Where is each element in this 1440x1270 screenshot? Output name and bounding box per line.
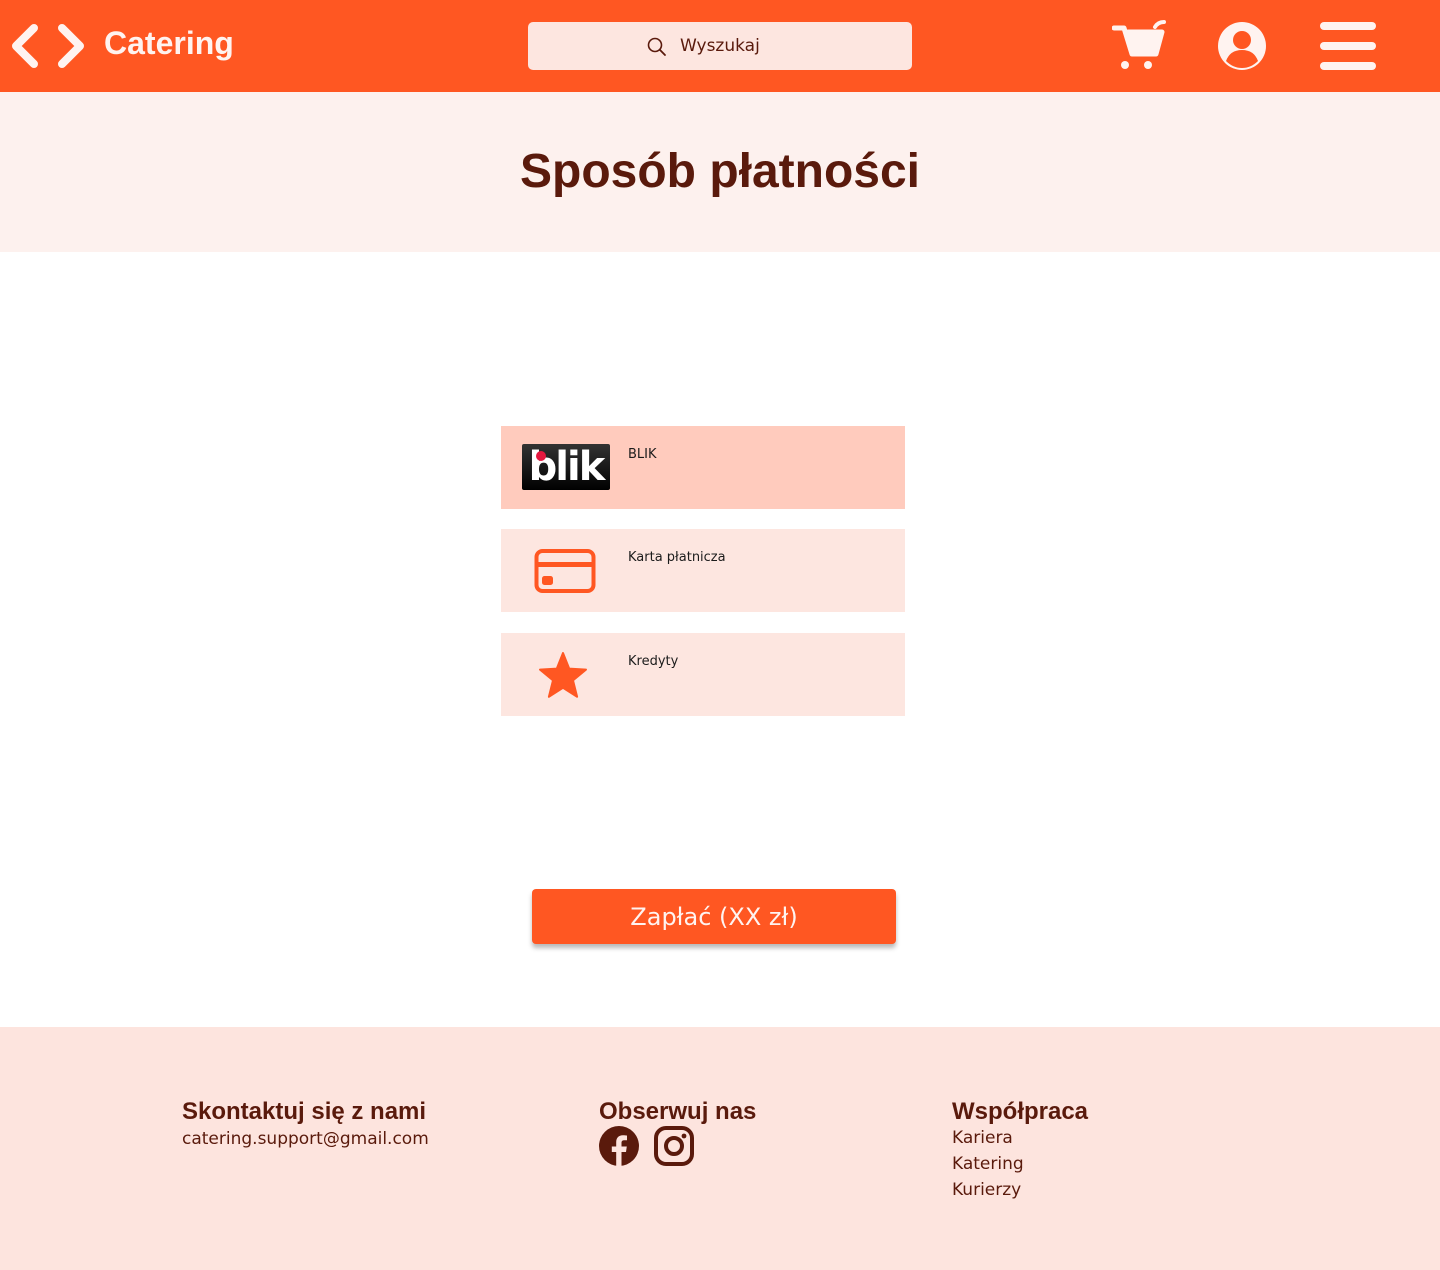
- blik-logo-dot: [536, 451, 546, 461]
- brand-title[interactable]: Catering: [104, 25, 234, 62]
- footer-link-career[interactable]: Kariera: [952, 1128, 1013, 1148]
- facebook-icon[interactable]: [599, 1126, 639, 1166]
- star-icon: [539, 652, 587, 698]
- footer-link-catering[interactable]: Katering: [952, 1154, 1024, 1174]
- payment-option-blik[interactable]: blik BLIK: [501, 426, 905, 509]
- footer-contact-email[interactable]: catering.support@gmail.com: [182, 1129, 429, 1149]
- title-band: Sposób płatności: [0, 92, 1440, 252]
- footer-link-couriers[interactable]: Kurierzy: [952, 1180, 1021, 1200]
- top-navigation-bar: Catering: [0, 0, 1440, 92]
- payment-option-label: Karta płatnicza: [628, 550, 726, 565]
- payment-option-card[interactable]: Karta płatnicza: [501, 529, 905, 612]
- payment-option-label: Kredyty: [628, 654, 679, 669]
- menu-icon[interactable]: [1318, 20, 1378, 72]
- footer-follow-heading: Obserwuj nas: [599, 1098, 757, 1125]
- instagram-icon[interactable]: [654, 1126, 694, 1166]
- blik-logo: blik: [522, 444, 610, 490]
- footer: Skontaktuj się z nami catering.support@g…: [0, 1027, 1440, 1270]
- footer-contact-heading: Skontaktuj się z nami: [182, 1098, 427, 1125]
- pay-button[interactable]: Zapłać (XX zł): [532, 889, 896, 944]
- user-icon[interactable]: [1216, 20, 1268, 72]
- credit-card-icon: [534, 549, 596, 593]
- payment-option-label: BLIK: [628, 447, 657, 462]
- page-title: Sposób płatności: [519, 145, 921, 198]
- search-icon: [647, 37, 666, 56]
- forward-arrow-icon[interactable]: [54, 24, 88, 68]
- footer-cooperation-heading: Współpraca: [952, 1098, 1089, 1125]
- payment-option-credits[interactable]: Kredyty: [501, 633, 905, 716]
- search-bar[interactable]: [528, 22, 912, 70]
- back-arrow-icon[interactable]: [8, 24, 42, 68]
- cart-icon[interactable]: [1112, 18, 1168, 72]
- search-input[interactable]: [680, 34, 880, 58]
